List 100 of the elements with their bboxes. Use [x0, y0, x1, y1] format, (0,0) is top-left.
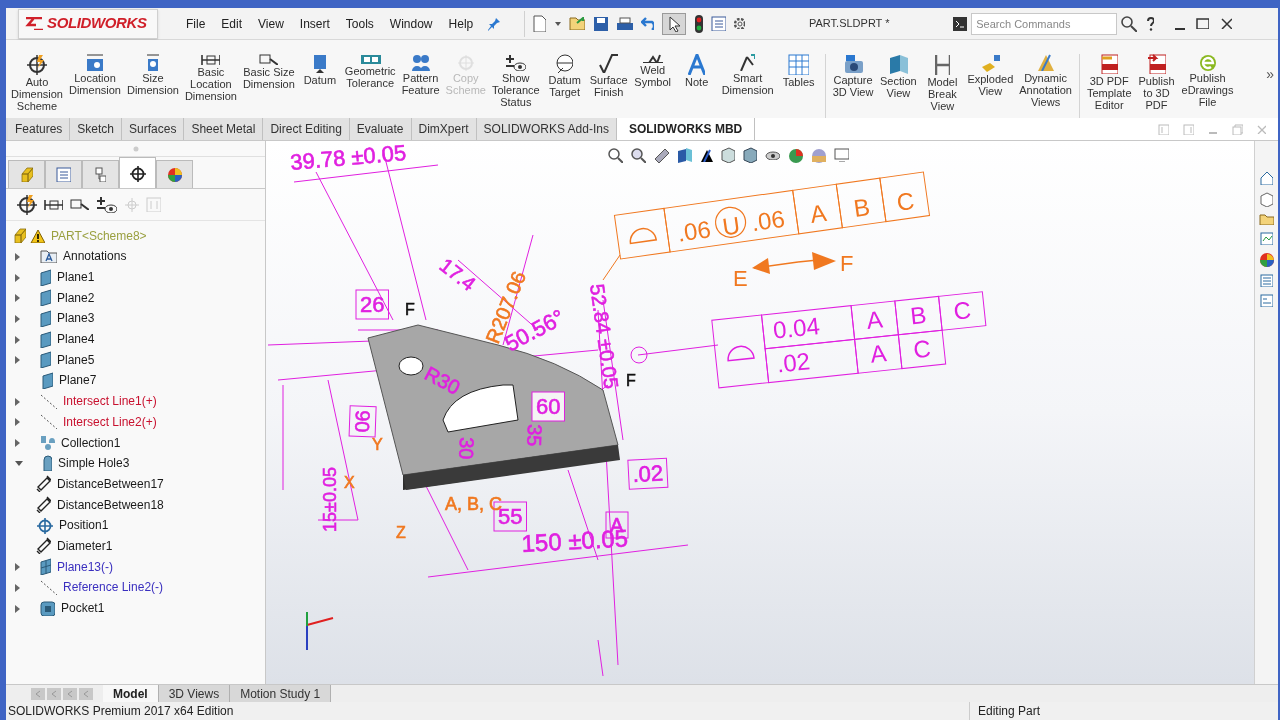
command-tab[interactable]: Evaluate	[349, 118, 412, 140]
tree-item[interactable]: DistanceBetween18	[57, 495, 164, 514]
menu-item[interactable]: Help	[440, 14, 482, 33]
dimension-text[interactable]: 17.4	[435, 253, 480, 296]
custom-properties-icon[interactable]	[1260, 294, 1273, 307]
ribbon-button[interactable]: Dynamic Annotation Views	[1019, 72, 1072, 108]
ribbon-button[interactable]: Datum	[303, 74, 337, 86]
cube-icon[interactable]	[1260, 192, 1273, 207]
ribbon-button[interactable]: Tables	[782, 76, 815, 88]
ribbon-button[interactable]: Publish to 3D PDF	[1138, 75, 1175, 111]
target-icon[interactable]	[16, 194, 37, 215]
tree-item[interactable]: DistanceBetween17	[57, 474, 164, 493]
menu-item[interactable]: Insert	[291, 14, 338, 33]
search-field[interactable]: Search Commands	[971, 12, 1118, 35]
expand-arrow-icon[interactable]	[14, 272, 20, 282]
hide-show-icon[interactable]	[765, 150, 780, 160]
dimension-text[interactable]: 90	[351, 409, 374, 433]
tree-item[interactable]: Plane2	[57, 288, 95, 307]
list-icon[interactable]	[1260, 274, 1273, 287]
ribbon-button[interactable]: Surface Finish	[589, 74, 628, 98]
expand-arrow-icon[interactable]	[14, 355, 20, 365]
tree-item[interactable]: Plane7	[59, 371, 97, 390]
new-document-icon[interactable]	[533, 15, 547, 32]
expand-arrow-icon[interactable]	[14, 313, 20, 323]
select-button[interactable]	[662, 12, 687, 35]
expand-arrow-icon[interactable]	[14, 417, 20, 427]
ribbon-button[interactable]: Section View	[880, 75, 917, 99]
maximize-icon[interactable]	[1196, 18, 1210, 29]
save-icon[interactable]	[593, 16, 609, 31]
dimension-text[interactable]: F	[626, 372, 636, 389]
palette-icon[interactable]	[1260, 232, 1273, 245]
ribbon-button[interactable]: Capture 3D View	[832, 74, 874, 98]
command-tab[interactable]: SOLIDWORKS MBD	[616, 118, 756, 140]
zoom-fit-icon[interactable]	[608, 147, 623, 163]
command-tab[interactable]: SOLIDWORKS Add-Ins	[476, 118, 617, 140]
close-icon[interactable]	[1221, 18, 1233, 29]
ribbon-button[interactable]: Publish eDrawings File	[1181, 72, 1234, 108]
tree-item[interactable]: Intersect Line2(+)	[63, 412, 157, 431]
ribbon-button[interactable]: Basic Size Dimension	[242, 66, 295, 90]
command-tab[interactable]: Features	[8, 118, 71, 140]
ribbon-button[interactable]: Note	[685, 76, 709, 88]
previous-view-icon[interactable]	[654, 147, 669, 163]
expand-arrow-icon[interactable]	[14, 582, 20, 592]
collapse-arrow-icon[interactable]	[14, 460, 23, 467]
search-icon[interactable]	[1121, 15, 1138, 32]
section-view-icon[interactable]	[677, 147, 692, 163]
appearance-icon[interactable]	[788, 147, 803, 163]
ribbon-button[interactable]: Model Break View	[927, 76, 958, 112]
view-orientation-icon[interactable]	[721, 147, 735, 163]
appearance-ball-icon[interactable]	[1259, 252, 1274, 267]
tree-item[interactable]: Annotations	[63, 247, 127, 266]
tree-item[interactable]: Plane3	[57, 309, 95, 328]
dropdown-arrow-icon[interactable]	[554, 21, 562, 26]
tree-item[interactable]: Plane1	[57, 268, 95, 287]
tree-item[interactable]: Position1	[59, 516, 109, 535]
menu-item[interactable]: View	[250, 14, 292, 33]
panel-tab[interactable]	[119, 157, 156, 188]
expand-arrow-icon[interactable]	[14, 293, 20, 303]
ribbon-button[interactable]: Basic Location Dimension	[184, 66, 237, 102]
ribbon-button[interactable]: Exploded View	[967, 73, 1014, 97]
traffic-light-icon[interactable]	[694, 14, 704, 33]
menu-item[interactable]: Edit	[213, 14, 251, 33]
undo-icon[interactable]	[641, 17, 655, 30]
tree-item[interactable]: Plane13(-)	[57, 557, 114, 576]
pin-icon[interactable]	[487, 16, 501, 31]
command-tab[interactable]: Direct Editing	[263, 118, 350, 140]
tree-item[interactable]: Simple Hole3	[58, 454, 130, 473]
menu-item[interactable]: Tools	[337, 14, 382, 33]
ribbon-button[interactable]: Geometric Tolerance	[344, 65, 396, 89]
tree-item[interactable]: Pocket1	[61, 599, 105, 618]
ribbon-button[interactable]: Show Tolerance Status	[491, 72, 540, 108]
settings-icon[interactable]	[734, 18, 746, 29]
expand-arrow-icon[interactable]	[14, 562, 20, 572]
dimension-text[interactable]: 60	[536, 394, 561, 419]
expand-arrow-icon[interactable]	[14, 334, 20, 344]
profile-symbol-cell[interactable]	[613, 207, 671, 260]
dimension-text[interactable]: 39.78 ±0.05	[289, 141, 408, 175]
zoom-area-icon[interactable]	[631, 147, 646, 163]
basic-size-icon[interactable]	[70, 199, 89, 210]
basic-dimension-icon[interactable]	[44, 199, 63, 210]
more-commands-button[interactable]: »	[1266, 64, 1274, 85]
tree-item[interactable]: Reference Line2(-)	[63, 578, 164, 597]
print-icon[interactable]	[616, 17, 634, 30]
display-style-icon[interactable]	[743, 147, 757, 163]
expand-arrow-icon[interactable]	[14, 396, 20, 406]
command-tab[interactable]: DimXpert	[411, 118, 477, 140]
folder-icon[interactable]	[1259, 214, 1274, 225]
tree-item[interactable]: Collection1	[61, 433, 121, 452]
bottom-tab[interactable]: 3D Views	[158, 684, 231, 703]
splitter-handle-icon[interactable]	[132, 145, 139, 152]
ribbon-button[interactable]: Pattern Feature	[401, 72, 440, 96]
bottom-tab[interactable]: Motion Study 1	[230, 684, 332, 703]
menu-item[interactable]: Window	[381, 14, 441, 33]
open-folder-icon[interactable]	[569, 17, 586, 30]
help-icon[interactable]	[1147, 16, 1155, 31]
tree-item[interactable]: Plane4	[57, 330, 95, 349]
expand-arrow-icon[interactable]	[14, 438, 20, 448]
home-icon[interactable]	[1260, 171, 1273, 185]
tree-item[interactable]: Plane5	[57, 350, 95, 369]
ribbon-button[interactable]: 3D PDF Template Editor	[1086, 75, 1132, 111]
